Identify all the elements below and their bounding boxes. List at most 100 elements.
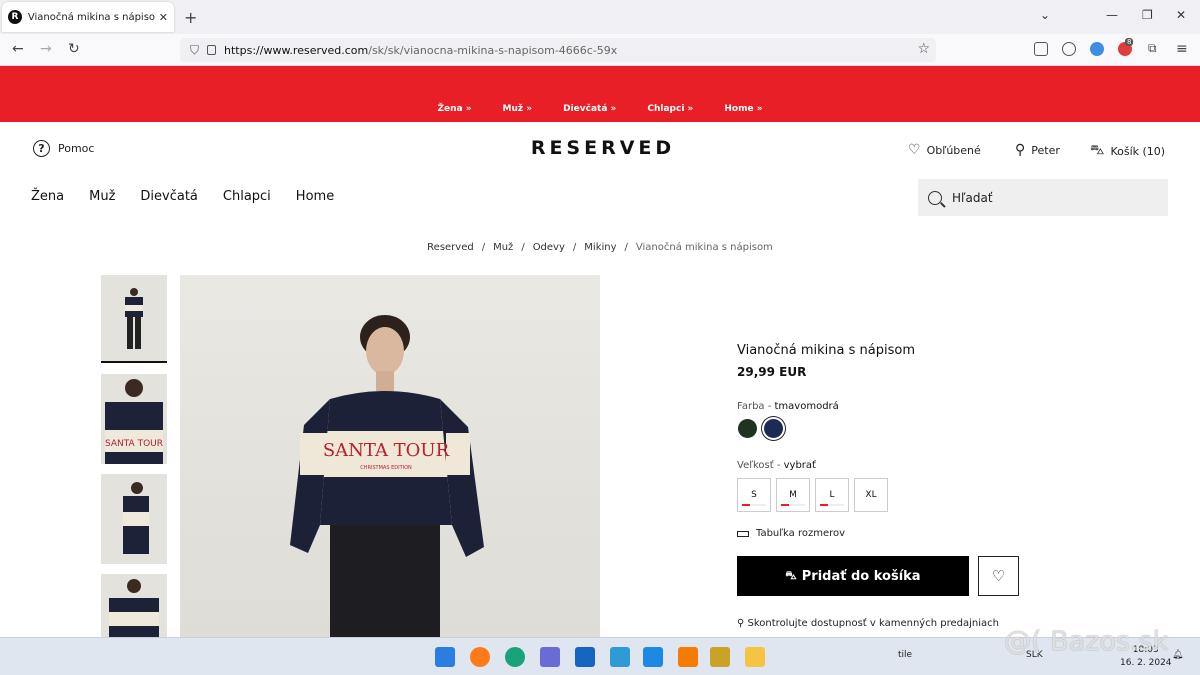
size-text: L: [829, 490, 835, 500]
thumbnail-figure: [125, 288, 143, 349]
nav-muz[interactable]: Muž: [89, 189, 115, 204]
nav-zena[interactable]: Žena: [31, 189, 64, 204]
file-explorer-icon[interactable]: [745, 647, 765, 667]
thumbnail-figure: SANTA TOUR: [105, 379, 163, 464]
size-text: S: [751, 490, 757, 500]
extensions-puzzle-icon[interactable]: ⧉: [1148, 41, 1157, 56]
url-bar[interactable]: ⛉ https://www.reserved.com/sk/sk/vianocn…: [180, 38, 936, 62]
mail-icon[interactable]: [575, 647, 595, 667]
availability-bar: [820, 504, 844, 506]
availability-bar: [742, 504, 766, 506]
size-chart-link[interactable]: Tabuľka rozmerov: [737, 528, 845, 539]
strip-link-zena[interactable]: Žena »: [437, 104, 471, 114]
tray-text[interactable]: tile: [898, 650, 912, 660]
user-icon: ⚲: [1015, 142, 1026, 158]
size-chart-label: Tabuľka rozmerov: [756, 528, 846, 539]
restore-icon[interactable]: ❐: [1142, 8, 1153, 22]
availability-bar: [781, 504, 805, 506]
favorites-link[interactable]: ♡ Obľúbené: [908, 142, 981, 158]
category-strip: Žena » Muž » Dievčatá » Chlapci » Home »: [0, 104, 1200, 114]
thumb-print-text: SANTA TOUR: [105, 439, 163, 449]
print-text: SANTA TOUR: [323, 440, 450, 461]
bag-icon: ⛍: [785, 568, 797, 582]
clock-date: 16. 2. 2024: [1120, 658, 1172, 668]
heart-icon: ♡: [991, 567, 1006, 585]
shield-icon[interactable]: ⛉: [190, 43, 199, 58]
size-option-s[interactable]: S: [737, 478, 771, 512]
app-icon[interactable]: [610, 647, 630, 667]
heart-icon: ♡: [908, 142, 921, 158]
breadcrumb-item[interactable]: Reserved: [427, 242, 474, 253]
lock-icon[interactable]: [207, 45, 217, 55]
strip-link-chlapci[interactable]: Chlapci »: [647, 104, 693, 114]
vlc-icon[interactable]: [678, 647, 698, 667]
size-option-l[interactable]: L: [815, 478, 849, 512]
product-title: Vianočná mikina s nápisom: [737, 343, 915, 358]
app-icon[interactable]: [643, 647, 663, 667]
size-option-m[interactable]: M: [776, 478, 810, 512]
add-to-favorites-button[interactable]: ♡: [978, 556, 1019, 596]
nav-chlapci[interactable]: Chlapci: [223, 189, 271, 204]
location-pin-icon: ⚲: [737, 618, 745, 629]
app-icon[interactable]: [710, 647, 730, 667]
color-swatch-green[interactable]: [738, 419, 757, 438]
reload-icon[interactable]: ↻: [68, 41, 80, 57]
print-subtext: CHRISTMAS EDITION: [360, 465, 412, 471]
strip-link-home[interactable]: Home »: [724, 104, 762, 114]
extension-fox-icon[interactable]: [1090, 42, 1104, 56]
url-text[interactable]: https://www.reserved.com/sk/sk/vianocna-…: [224, 44, 617, 57]
store-availability-label: Skontrolujte dostupnosť v kamenných pred…: [747, 618, 999, 629]
firefox-icon[interactable]: [470, 647, 490, 667]
model-figure: SANTA TOUR CHRISTMAS EDITION: [290, 315, 484, 640]
store-icon[interactable]: [540, 647, 560, 667]
size-text: M: [789, 490, 797, 500]
browser-tab[interactable]: R Vianočná mikina s nápisom Farb ✕: [2, 2, 174, 32]
thumbnail-2[interactable]: SANTA TOUR: [101, 374, 167, 464]
browser-toolbar: ← → ↻ ⛉ https://www.reserved.com/sk/sk/v…: [0, 34, 1200, 66]
account-icon[interactable]: [1062, 42, 1076, 56]
color-swatch-navy[interactable]: [764, 419, 783, 438]
store-availability-link[interactable]: ⚲ Skontrolujte dostupnosť v kamenných pr…: [737, 618, 999, 629]
bookmark-star-icon[interactable]: ☆: [917, 41, 930, 57]
windows-start-icon[interactable]: [435, 647, 455, 667]
browser-tab-bar: R Vianočná mikina s nápisom Farb ✕ + ⌄ —…: [0, 0, 1200, 34]
back-arrow-icon[interactable]: ←: [12, 41, 24, 57]
availability-fill: [781, 504, 790, 506]
pocket-icon[interactable]: [1034, 42, 1048, 56]
add-to-cart-label: Pridať do košíka: [801, 568, 921, 584]
strip-link-dievcata[interactable]: Dievčatá »: [563, 104, 616, 114]
close-window-icon[interactable]: ✕: [1176, 8, 1186, 22]
product-price: 29,99 EUR: [737, 365, 807, 379]
cart-link[interactable]: ⛍ Košík (10): [1090, 142, 1165, 160]
add-to-cart-button[interactable]: ⛍ Pridať do košíka: [737, 556, 969, 596]
search-icon: [928, 190, 942, 205]
close-tab-icon[interactable]: ✕: [159, 11, 168, 24]
nav-dievcata[interactable]: Dievčatá: [140, 189, 198, 204]
breadcrumb-item[interactable]: Muž: [493, 242, 513, 253]
breadcrumb-item[interactable]: Odevy: [533, 242, 565, 253]
extension-badge-count: 8: [1125, 38, 1134, 46]
minimize-icon[interactable]: —: [1106, 8, 1118, 22]
tab-list-chevron-icon[interactable]: ⌄: [1040, 8, 1050, 22]
favorites-label: Obľúbené: [926, 143, 981, 157]
main-product-image[interactable]: SANTA TOUR CHRISTMAS EDITION: [180, 275, 600, 640]
size-label-text: Veľkosť -: [737, 460, 784, 471]
thumbnail-3[interactable]: [101, 474, 167, 564]
thumbnail-4[interactable]: [101, 574, 167, 637]
strip-link-muz[interactable]: Muž »: [503, 104, 533, 114]
edge-icon[interactable]: [505, 647, 525, 667]
account-link[interactable]: ⚲ Peter: [1015, 142, 1060, 158]
main-nav: Žena Muž Dievčatá Chlapci Home: [31, 189, 334, 204]
cart-label: Košík (10): [1110, 144, 1166, 158]
search-input[interactable]: [952, 190, 1132, 205]
search-box[interactable]: [918, 179, 1168, 216]
ruler-icon: [737, 530, 749, 537]
forward-arrow-icon[interactable]: →: [40, 41, 52, 57]
notification-bell-icon[interactable]: 🔔︎: [1172, 650, 1183, 660]
nav-home[interactable]: Home: [296, 189, 334, 204]
new-tab-icon[interactable]: +: [184, 8, 197, 27]
breadcrumb-item[interactable]: Mikiny: [584, 242, 616, 253]
menu-icon[interactable]: ≡: [1176, 41, 1188, 57]
thumbnail-1[interactable]: [101, 275, 167, 363]
size-option-xl[interactable]: XL: [854, 478, 888, 512]
